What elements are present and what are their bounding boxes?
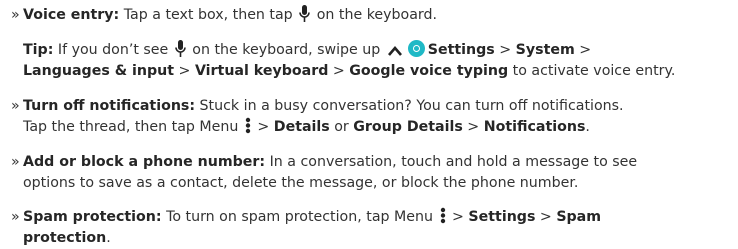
help-page: » Voice entry: Tap a text box, then tap o… (0, 0, 738, 249)
separator: > (252, 119, 274, 135)
separator: > (174, 63, 195, 79)
period: . (106, 230, 111, 246)
menu-dots-icon (440, 207, 445, 224)
tip-line-1: Tip: If you don’t see on the keyboard, s… (23, 40, 591, 61)
block-line-1: » Add or block a phone number: In a conve… (11, 152, 637, 173)
block-text: In a conversation, touch and hold a mess… (265, 154, 638, 170)
bullet: » (11, 98, 20, 114)
microphone-icon (174, 40, 186, 57)
settings-gear-icon (407, 40, 425, 57)
voice-entry-title: Voice entry: (23, 7, 120, 23)
separator: > (574, 42, 592, 58)
notifications-notifications: Notifications (483, 119, 586, 135)
tip-system: System (515, 42, 575, 58)
spam-line-1: » Spam protection: To turn on spam protec… (11, 207, 601, 228)
spam-title: Spam protection: (23, 209, 162, 225)
bullet: » (11, 7, 20, 23)
notifications-text-2: Tap the thread, then tap Menu (23, 119, 243, 135)
tip-title: Tip: (23, 42, 54, 58)
spam-settings: Settings (468, 209, 536, 225)
block-text-2: options to save as a contact, delete the… (23, 175, 579, 191)
tip-virtual-keyboard: Virtual keyboard (194, 63, 329, 79)
bullet: » (11, 209, 20, 225)
voice-entry-text: Tap a text box, then tap (119, 7, 298, 23)
notifications-line-2: Tap the thread, then tap Menu > Details … (23, 117, 590, 138)
tip-languages: Languages & input (23, 63, 175, 79)
microphone-icon (299, 5, 311, 22)
chevron-up-icon (387, 46, 402, 56)
period: . (585, 119, 590, 135)
bullet: » (11, 154, 20, 170)
voice-entry-item: » Voice entry: Tap a text box, then tap o… (11, 5, 437, 26)
spam-text: To turn on spam protection, tap Menu (161, 209, 438, 225)
separator: > (535, 209, 557, 225)
spam-line-2: protection. (23, 228, 111, 249)
separator: > (494, 42, 516, 58)
notifications-or: or (329, 119, 354, 135)
block-title: Add or block a phone number: (23, 154, 266, 170)
tip-google-voice: Google voice typing (349, 63, 509, 79)
tip-line-2: Languages & input > Virtual keyboard > G… (23, 61, 675, 82)
separator: > (328, 63, 350, 79)
tip-settings: Settings (427, 42, 495, 58)
notifications-line-1: » Turn off notifications: Stuck in a busy… (11, 96, 624, 117)
spam-protection: protection (23, 230, 107, 246)
notifications-text: Stuck in a busy conversation? You can tu… (195, 98, 624, 114)
notifications-details: Details (273, 119, 330, 135)
spam-label: Spam (556, 209, 602, 225)
voice-entry-text-end: on the keyboard. (312, 7, 438, 23)
block-line-2: options to save as a contact, delete the… (23, 173, 578, 194)
separator: > (462, 119, 484, 135)
tip-text-2: on the keyboard, swipe up (187, 42, 385, 58)
tip-text: If you don’t see (53, 42, 173, 58)
notifications-group-details: Group Details (353, 119, 463, 135)
tip-text-end: to activate voice entry. (508, 63, 676, 79)
notifications-title: Turn off notifications: (23, 98, 196, 114)
menu-dots-icon (245, 117, 251, 134)
separator: > (447, 209, 469, 225)
